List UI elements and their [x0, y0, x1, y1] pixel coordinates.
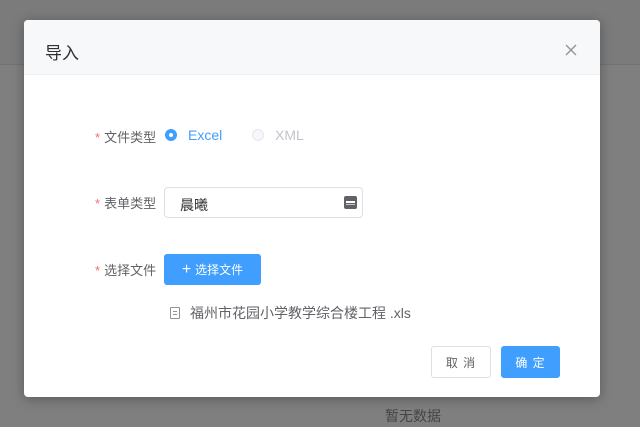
- select-file-label: * 选择文件: [95, 260, 156, 279]
- form-type-value: 晨曦: [180, 197, 208, 213]
- file-type-label: * 文件类型: [95, 127, 156, 146]
- select-file-button-label: 选择文件: [195, 263, 244, 277]
- cancel-button[interactable]: 取 消: [431, 346, 491, 378]
- required-mark: *: [95, 263, 101, 278]
- radio-xml-label: XML: [275, 127, 304, 143]
- confirm-button[interactable]: 确 定: [501, 346, 560, 378]
- file-list-item[interactable]: 福州市花园小学教学综合楼工程 .xls: [170, 303, 411, 323]
- dialog-title: 导入: [45, 44, 79, 63]
- form-type-label: * 表单类型: [95, 193, 156, 212]
- radio-excel[interactable]: Excel: [165, 127, 222, 143]
- radio-excel-label: Excel: [188, 127, 223, 143]
- plus-icon: +: [181, 260, 192, 278]
- radio-excel-dot[interactable]: [165, 129, 177, 141]
- form-type-select[interactable]: 晨曦: [164, 187, 363, 218]
- close-icon[interactable]: [562, 41, 580, 59]
- select-file-button[interactable]: + 选择文件: [164, 254, 261, 285]
- select-keyboard-icon[interactable]: [344, 196, 357, 209]
- radio-xml[interactable]: XML: [252, 127, 304, 143]
- file-name: 福州市花园小学教学综合楼工程 .xls: [190, 305, 411, 321]
- document-icon: [170, 307, 180, 319]
- background-empty-text: 暂无数据: [385, 408, 441, 424]
- required-mark: *: [95, 130, 101, 145]
- form-type-label-text: 表单类型: [104, 196, 157, 211]
- radio-xml-dot[interactable]: [252, 129, 264, 141]
- dialog-header: 导入: [24, 20, 600, 75]
- select-file-label-text: 选择文件: [104, 263, 157, 278]
- required-mark: *: [95, 196, 101, 211]
- file-type-label-text: 文件类型: [104, 130, 157, 145]
- import-dialog: 导入 * 文件类型 Excel XML * 表单类型 晨曦 * 选择文件 + 选择文件: [24, 20, 600, 397]
